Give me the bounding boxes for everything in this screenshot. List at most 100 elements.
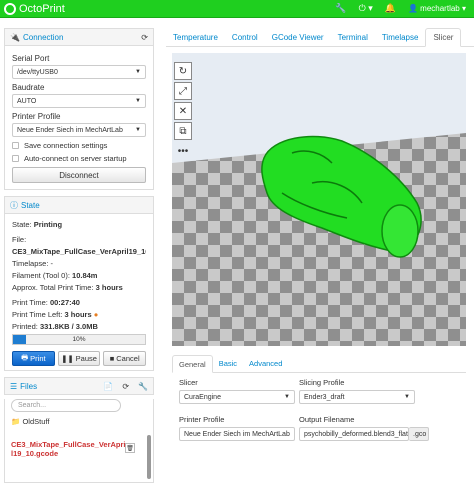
chevron-down-icon: ▼ — [135, 127, 141, 133]
print-time-left-status: Print Time Left: 3 hours ● — [12, 310, 146, 320]
print-button[interactable]: 🖶 Print — [12, 351, 55, 366]
folder-entry[interactable]: 📁 OldStuff — [5, 416, 153, 427]
slicer-label: Slicer — [179, 378, 198, 387]
bell-icon[interactable]: 🔔 — [385, 3, 396, 14]
slicer-printer-profile-select[interactable]: Neue Ender Siech im MechArtLab — [179, 427, 295, 441]
print-progress-bar: 10% — [12, 334, 146, 345]
list-icon: ☰ — [10, 381, 18, 391]
cancel-button[interactable]: ■ Cancel — [103, 351, 147, 366]
wrench-icon[interactable]: 🔧 — [335, 3, 346, 14]
printer-profile-select[interactable]: Neue Ender Siech im MechArtLab ▼ — [12, 123, 146, 137]
stop-icon: ■ — [109, 354, 115, 363]
baudrate-select[interactable]: AUTO ▼ — [12, 94, 146, 108]
subtab-advanced[interactable]: Advanced — [243, 355, 288, 372]
chevron-down-icon: ▼ — [135, 69, 141, 75]
power-caret-icon: ▾ — [368, 3, 373, 13]
refresh-files-icon[interactable]: ⟳ — [122, 382, 129, 391]
checkbox-icon — [12, 155, 19, 162]
state-panel: State: Printing File: CE3_MixTape_FullCa… — [4, 214, 154, 371]
user-name: mechartlab — [420, 4, 460, 13]
sidebar: 🔌 Connection ⟳ Serial Port /dev/ttyUSB0 … — [4, 28, 154, 483]
pause-button[interactable]: ❚❚ Pause — [57, 351, 101, 366]
viewer-toolbar: ↻ ⤢ ✕ ⧉ ••• — [174, 62, 192, 160]
power-menu-button[interactable]: ⏻ ▾ — [359, 3, 373, 14]
brand-title: OctoPrint — [19, 2, 65, 15]
slicing-profile-value: Ender3_draft — [304, 393, 345, 401]
trash-icon[interactable]: 🗑 — [125, 443, 135, 453]
chevron-down-icon: ▼ — [404, 394, 410, 400]
progress-text: 10% — [72, 336, 86, 343]
printed-label: Printed: — [12, 322, 40, 331]
model-viewer-3d[interactable]: ↻ ⤢ ✕ ⧉ ••• — [172, 53, 466, 346]
tab-control[interactable]: Control — [225, 28, 265, 46]
chevron-down-icon: ▼ — [284, 394, 290, 400]
slicer-value: CuraEngine — [184, 393, 221, 401]
files-scrollbar[interactable] — [147, 435, 151, 479]
more-icon[interactable]: ••• — [174, 142, 192, 160]
subtab-general[interactable]: General — [172, 355, 213, 373]
chevron-down-icon: ▼ — [135, 98, 141, 104]
tab-temperature[interactable]: Temperature — [166, 28, 225, 46]
connection-header[interactable]: 🔌 Connection ⟳ — [4, 28, 154, 46]
tab-terminal[interactable]: Terminal — [331, 28, 375, 46]
serial-port-value: /dev/ttyUSB0 — [17, 68, 58, 76]
tab-gcode-viewer[interactable]: GCode Viewer — [265, 28, 331, 46]
slicing-profile-select[interactable]: Ender3_draft ▼ — [299, 390, 415, 404]
approx-time-status: Approx. Total Print Time: 3 hours — [12, 283, 146, 293]
serial-port-label: Serial Port — [12, 54, 50, 63]
files-search-input[interactable]: Search... — [11, 399, 121, 412]
rotate-icon[interactable]: ↻ — [174, 62, 192, 80]
navbar: OctoPrint 🔧 ⏻ ▾ 🔔 👤 mechartlab ▾ — [0, 0, 474, 18]
pause-icon: ❚❚ — [61, 354, 74, 363]
output-filename-value: psychobilly_deformed.blend3_flat — [304, 430, 408, 438]
info-icon: ⓘ — [10, 200, 18, 210]
slicing-profile-label: Slicing Profile — [299, 378, 345, 387]
pause-button-label: Pause — [75, 354, 97, 363]
state-header[interactable]: ⓘ State — [4, 196, 154, 214]
scale-icon[interactable]: ⤢ — [174, 82, 192, 100]
printed-status: Printed: 331.8KB / 3.0MB — [12, 322, 146, 332]
state-value: Printing — [33, 220, 63, 229]
filament-label: Filament (Tool 0): — [12, 271, 73, 280]
wrench-icon[interactable]: 🔧 — [138, 382, 148, 391]
tab-slicer[interactable]: Slicer — [425, 28, 462, 47]
files-title: Files — [20, 381, 38, 391]
close-icon[interactable]: ✕ — [174, 102, 192, 120]
tab-timelapse[interactable]: Timelapse — [375, 28, 426, 46]
mirror-icon[interactable]: ⧉ — [174, 122, 192, 140]
user-caret-icon: ▾ — [461, 4, 466, 13]
build-plate-render — [172, 133, 466, 346]
timelapse-status: Timelapse: - — [12, 259, 53, 268]
estimate-dot-icon: ● — [93, 310, 99, 319]
serial-port-select[interactable]: /dev/ttyUSB0 ▼ — [12, 65, 146, 79]
subtab-basic[interactable]: Basic — [213, 355, 243, 372]
refresh-icon[interactable]: ⟳ — [141, 33, 148, 42]
disconnect-button[interactable]: Disconnect — [12, 167, 146, 183]
main-tabs: Temperature Control GCode Viewer Termina… — [166, 28, 474, 47]
slicer-printer-profile-value: Neue Ender Siech im MechArtLab — [184, 430, 290, 438]
baudrate-label: Baudrate — [12, 83, 45, 92]
state-label: State: — [12, 220, 32, 229]
state-status: State: Printing — [12, 220, 146, 230]
baudrate-value: AUTO — [17, 97, 37, 105]
upload-icon[interactable]: 📄 — [103, 382, 113, 391]
file-entry[interactable]: CE3_MixTape_FullCase_VerApril19_10.gcode — [5, 439, 133, 459]
cancel-button-label: Cancel — [116, 354, 140, 363]
connection-panel: Serial Port /dev/ttyUSB0 ▼ Baudrate AUTO… — [4, 46, 154, 190]
slicer-select[interactable]: CuraEngine ▼ — [179, 390, 295, 404]
printer-profile-label: Printer Profile — [12, 112, 61, 121]
print-time-value: 00:27:40 — [49, 298, 80, 307]
auto-connect-label: Auto-connect on server startup — [24, 154, 127, 163]
user-menu-button[interactable]: 👤 mechartlab ▾ — [408, 4, 466, 13]
brand[interactable]: OctoPrint — [4, 2, 65, 15]
save-connection-checkbox[interactable]: Save connection settings — [12, 141, 146, 150]
print-button-label: Print — [30, 354, 46, 363]
print-time-status: Print Time: 00:27:40 — [12, 298, 146, 308]
user-icon: 👤 — [407, 4, 418, 13]
files-header[interactable]: ☰ Files 📄 ⟳ 🔧 — [4, 377, 154, 395]
auto-connect-checkbox[interactable]: Auto-connect on server startup — [12, 154, 146, 163]
save-connection-label: Save connection settings — [24, 141, 108, 150]
output-filename-input[interactable]: psychobilly_deformed.blend3_flat — [299, 427, 409, 441]
slicer-subtabs: General Basic Advanced — [172, 355, 466, 373]
connection-title: Connection — [22, 32, 64, 42]
